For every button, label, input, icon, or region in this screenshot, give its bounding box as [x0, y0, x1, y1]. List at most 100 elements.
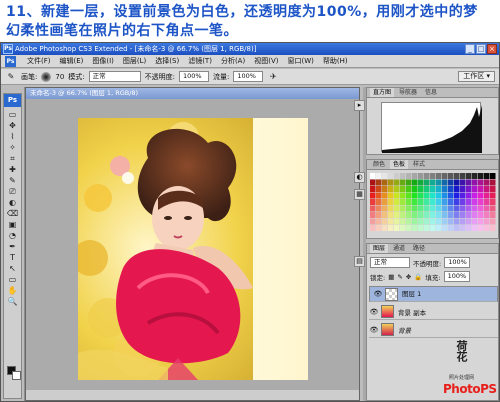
swatch-cell[interactable]	[466, 179, 472, 186]
swatch-cell[interactable]	[382, 179, 388, 186]
swatch-cell[interactable]	[382, 212, 388, 218]
swatch-cell[interactable]	[394, 173, 400, 179]
swatch-cell[interactable]	[412, 205, 418, 212]
swatch-cell[interactable]	[412, 179, 418, 186]
swatch-cell[interactable]	[484, 212, 490, 218]
swatch-cell[interactable]	[454, 218, 460, 225]
opacity-field[interactable]: 100%	[179, 71, 209, 82]
swatch-cell[interactable]	[430, 173, 436, 179]
gradient-tool-icon[interactable]: ▣	[4, 219, 21, 230]
airbrush-icon[interactable]: ✈	[267, 71, 279, 82]
swatch-cell[interactable]	[442, 199, 448, 205]
layer-opacity-field[interactable]: 100%	[444, 257, 471, 268]
swatch-cell[interactable]	[436, 205, 442, 212]
swatch-cell[interactable]	[388, 218, 394, 225]
swatch-cell[interactable]	[460, 225, 466, 231]
swatch-cell[interactable]	[424, 225, 430, 231]
swatch-cell[interactable]	[388, 225, 394, 231]
swatch-cell[interactable]	[370, 212, 376, 218]
swatch-cell[interactable]	[484, 205, 490, 212]
swatch-cell[interactable]	[394, 212, 400, 218]
menu-help[interactable]: 帮助(H)	[323, 56, 348, 66]
swatch-cell[interactable]	[448, 225, 454, 231]
swatch-cell[interactable]	[382, 192, 388, 199]
swatch-cell[interactable]	[472, 199, 478, 205]
swatch-cell[interactable]	[454, 199, 460, 205]
swatch-cell[interactable]	[466, 212, 472, 218]
swatch-cell[interactable]	[406, 225, 412, 231]
swatch-cell[interactable]	[436, 199, 442, 205]
swatch-cell[interactable]	[424, 199, 430, 205]
swatch-cell[interactable]	[478, 199, 484, 205]
swatch-cell[interactable]	[376, 225, 382, 231]
swatch-cell[interactable]	[376, 186, 382, 192]
swatch-cell[interactable]	[412, 225, 418, 231]
swatch-cell[interactable]	[406, 186, 412, 192]
swatch-cell[interactable]	[418, 212, 424, 218]
lasso-tool-icon[interactable]: ⌇	[4, 131, 21, 142]
swatch-cell[interactable]	[460, 179, 466, 186]
swatch-cell[interactable]	[406, 212, 412, 218]
swatch-cell[interactable]	[394, 186, 400, 192]
swatch-cell[interactable]	[418, 186, 424, 192]
swatch-cell[interactable]	[424, 205, 430, 212]
swatch-cell[interactable]	[418, 225, 424, 231]
swatch-cell[interactable]	[370, 225, 376, 231]
swatch-cell[interactable]	[400, 225, 406, 231]
swatch-cell[interactable]	[454, 179, 460, 186]
swatch-cell[interactable]	[370, 186, 376, 192]
swatch-cell[interactable]	[370, 192, 376, 199]
swatch-cell[interactable]	[472, 212, 478, 218]
swatch-cell[interactable]	[370, 179, 376, 186]
menu-select[interactable]: 选择(S)	[155, 56, 179, 66]
swatch-cell[interactable]	[412, 212, 418, 218]
swatch-cell[interactable]	[412, 192, 418, 199]
brush-preview-icon[interactable]	[41, 71, 52, 82]
swatch-cell[interactable]	[478, 225, 484, 231]
layer-name[interactable]: 背景 副本	[398, 307, 426, 317]
lock-transparency-icon[interactable]: ▦	[388, 273, 394, 281]
tab-info[interactable]: 信息	[422, 88, 440, 97]
swatch-cell[interactable]	[400, 179, 406, 186]
swatch-cell[interactable]	[382, 225, 388, 231]
swatch-cell[interactable]	[460, 199, 466, 205]
swatch-cell[interactable]	[388, 212, 394, 218]
swatch-cell[interactable]	[406, 205, 412, 212]
swatch-cell[interactable]	[478, 192, 484, 199]
swatch-cell[interactable]	[454, 186, 460, 192]
swatch-cell[interactable]	[382, 205, 388, 212]
blend-mode-select[interactable]: 正常	[370, 257, 410, 268]
swatch-cell[interactable]	[484, 218, 490, 225]
swatch-cell[interactable]	[382, 199, 388, 205]
menu-file[interactable]: 文件(F)	[27, 56, 51, 66]
swatch-cell[interactable]	[400, 173, 406, 179]
swatch-cell[interactable]	[382, 173, 388, 179]
swatch-cell[interactable]	[430, 192, 436, 199]
swatch-cell[interactable]	[490, 186, 496, 192]
swatch-cell[interactable]	[436, 179, 442, 186]
path-selection-tool-icon[interactable]: ↖	[4, 263, 21, 274]
swatch-cell[interactable]	[466, 173, 472, 179]
tab-paths[interactable]: 路径	[410, 244, 428, 253]
swatch-cell[interactable]	[370, 173, 376, 179]
swatch-cell[interactable]	[394, 205, 400, 212]
swatch-cell[interactable]	[466, 199, 472, 205]
panel-toggle-icon[interactable]: ▸	[354, 100, 365, 111]
tab-color[interactable]: 颜色	[370, 160, 388, 169]
swatch-cell[interactable]	[424, 186, 430, 192]
swatch-cell[interactable]	[376, 179, 382, 186]
swatch-cell[interactable]	[430, 186, 436, 192]
mode-select[interactable]: 正常	[88, 71, 141, 82]
swatch-cell[interactable]	[448, 218, 454, 225]
pen-tool-icon[interactable]: ✒	[4, 241, 21, 252]
swatch-cell[interactable]	[436, 212, 442, 218]
swatch-cell[interactable]	[442, 205, 448, 212]
swatch-cell[interactable]	[484, 173, 490, 179]
swatch-cell[interactable]	[436, 225, 442, 231]
swatch-cell[interactable]	[400, 199, 406, 205]
move-tool-icon[interactable]: ✥	[4, 120, 21, 131]
swatch-cell[interactable]	[388, 186, 394, 192]
swatch-cell[interactable]	[442, 212, 448, 218]
tab-navigator[interactable]: 导航器	[396, 88, 420, 97]
swatch-cell[interactable]	[394, 192, 400, 199]
